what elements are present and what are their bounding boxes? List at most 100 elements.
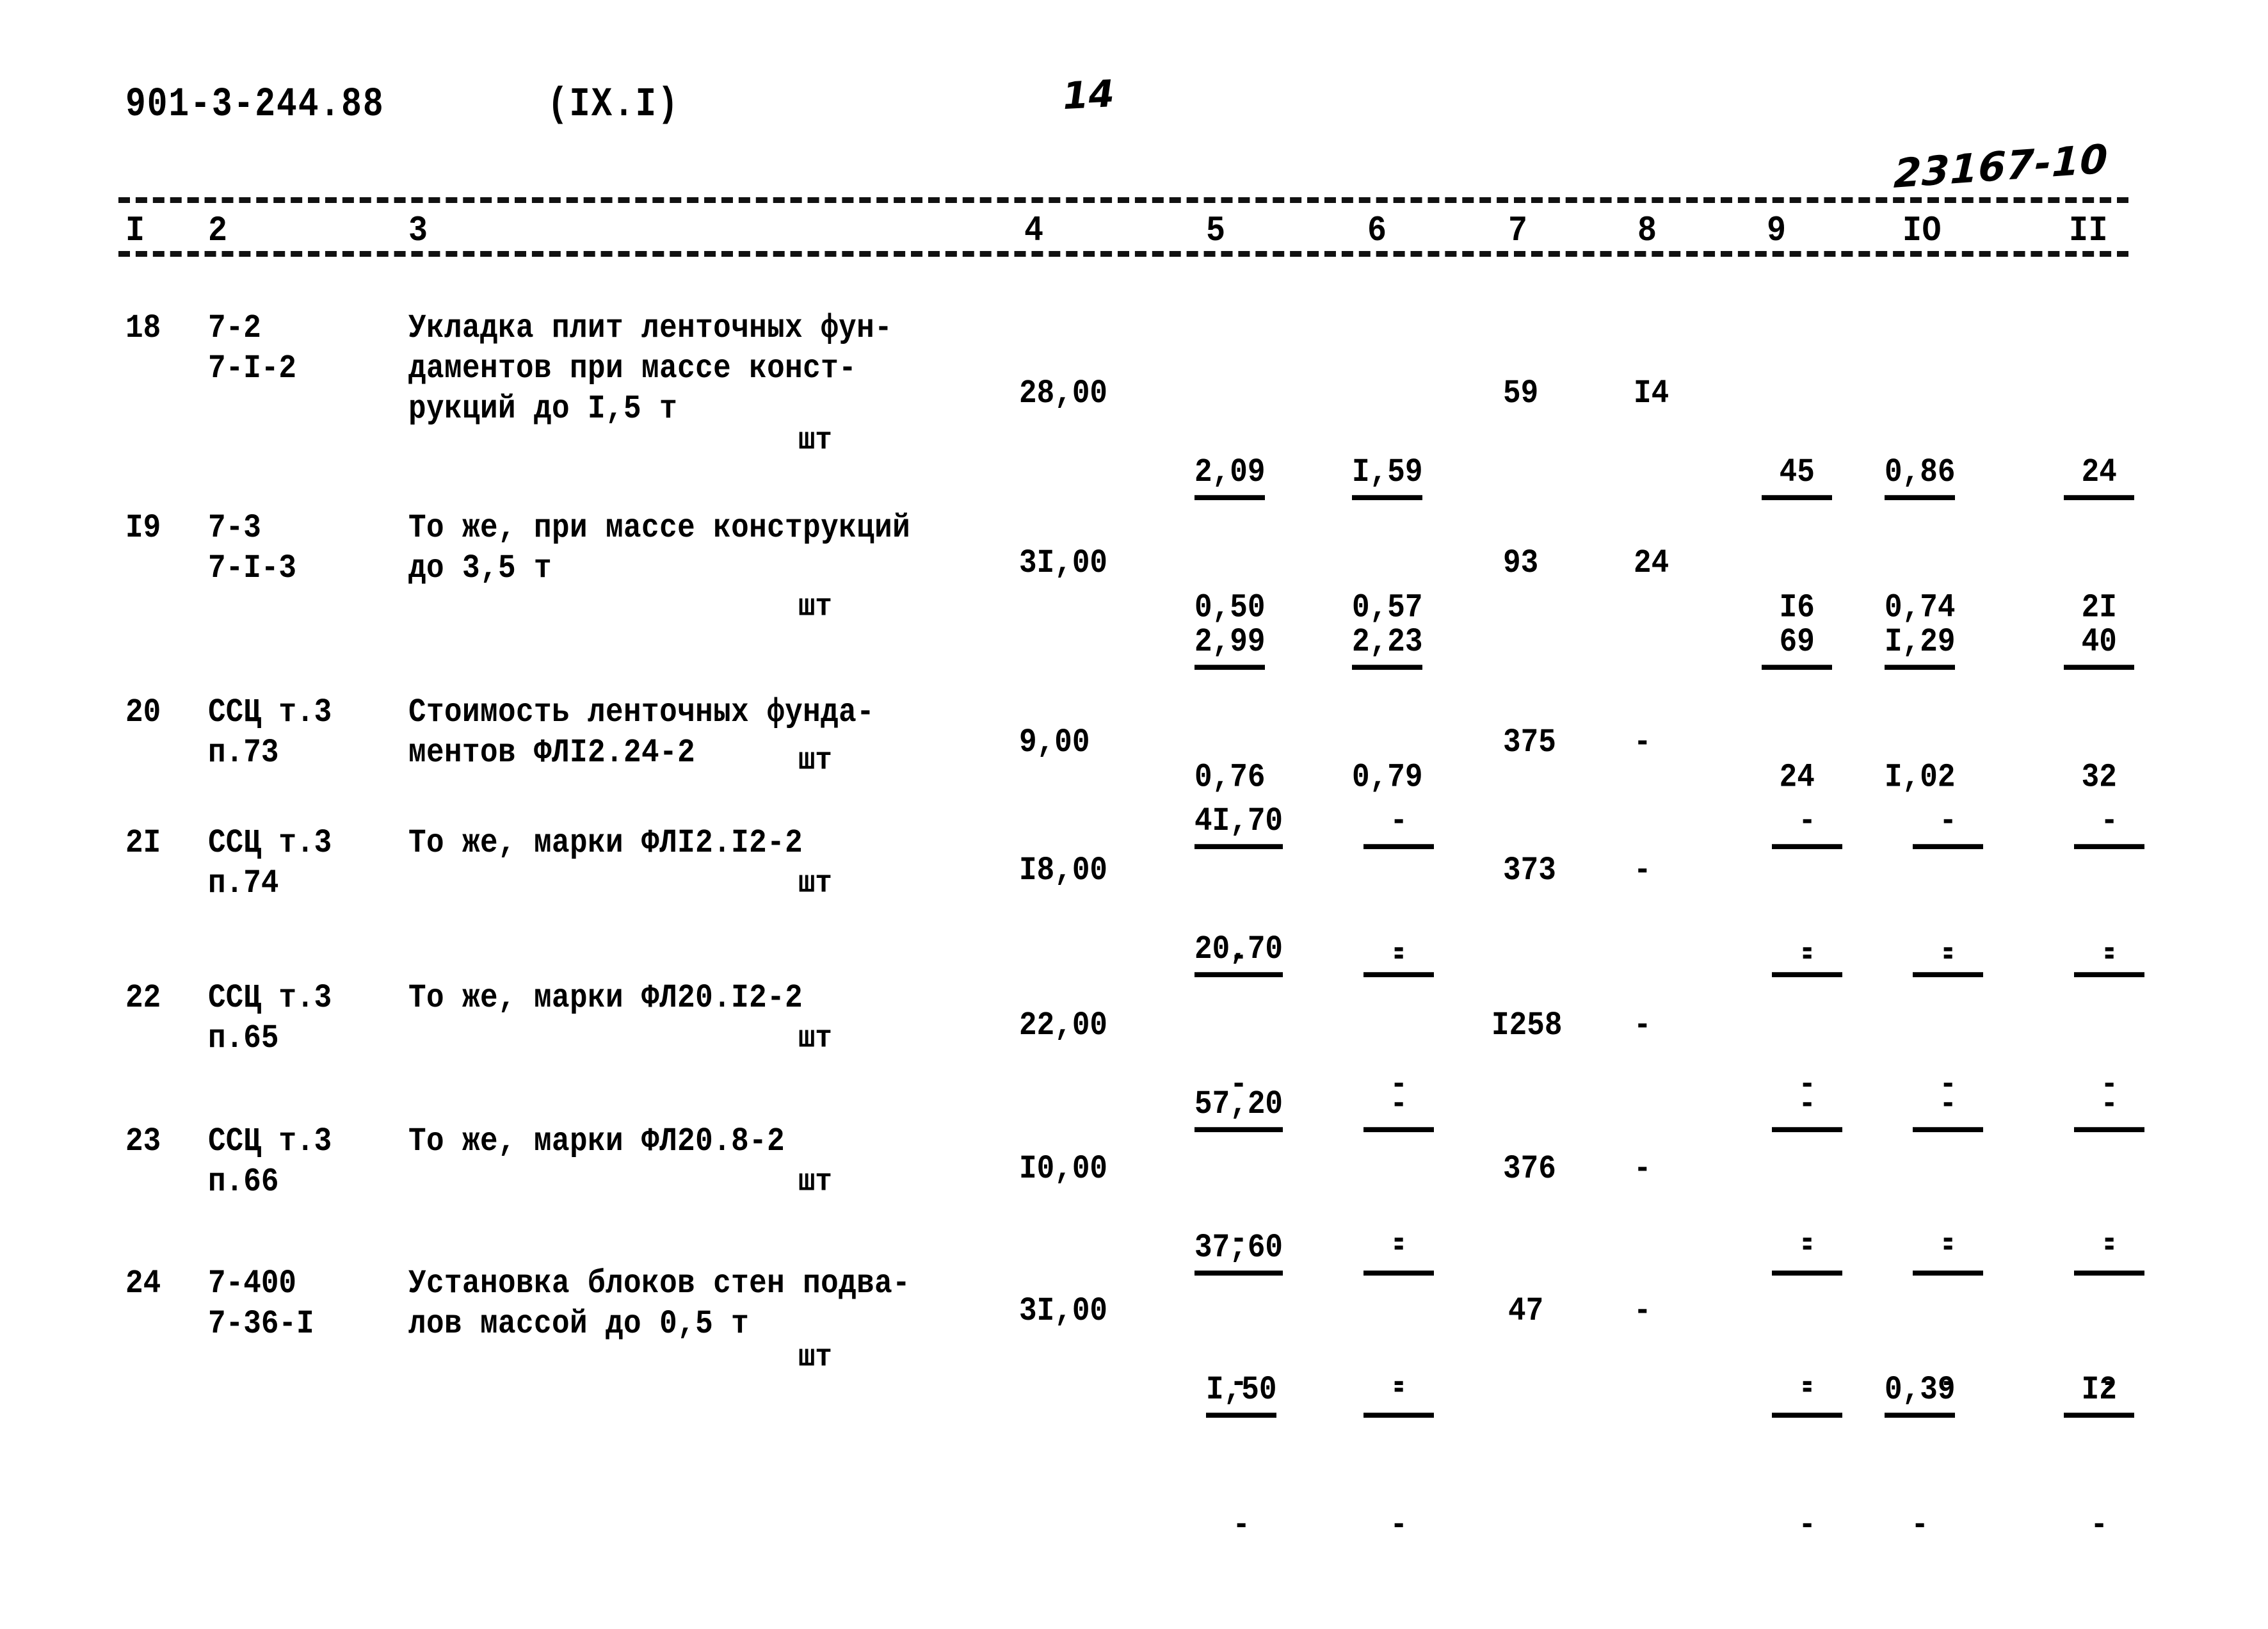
cell-col7: 47 xyxy=(1508,1292,1544,1330)
cell-col5-top: 20,70 xyxy=(1194,928,1283,978)
row-description-line1: То же, марки ФЛI2.I2-2 xyxy=(408,824,803,862)
column-header-6: 6 xyxy=(1367,210,1387,252)
cell-col10-top: - xyxy=(1913,1083,1984,1133)
cell-col5-top: I,50 xyxy=(1206,1369,1277,1418)
column-header-4: 4 xyxy=(1024,210,1044,252)
row-unit: шт xyxy=(798,423,832,458)
cell-col4: 22,00 xyxy=(1019,1007,1108,1044)
row-description-line1: Стоимость ленточных фунда- xyxy=(408,693,875,731)
cell-col5: I,50 - xyxy=(1206,1286,1277,1629)
table-row: 2I xyxy=(125,824,161,862)
row-description-line3: рукций до I,5 т xyxy=(408,390,678,428)
cell-col9: - - xyxy=(1772,1286,1843,1629)
cell-col10-top: - xyxy=(1913,1227,1984,1276)
row-code-primary: ССЦ т.3 xyxy=(208,824,332,862)
cell-col6-top: - xyxy=(1363,1227,1435,1276)
table-row: I9 xyxy=(125,509,161,547)
cell-col10-top: 0,39 xyxy=(1885,1369,1956,1418)
column-header-11: II xyxy=(2069,210,2109,252)
cell-col9-top: - xyxy=(1772,1083,1843,1133)
cell-col8: I4 xyxy=(1634,375,1669,412)
cell-col9-top: - xyxy=(1772,800,1843,850)
cell-col9-top: 45 xyxy=(1762,451,1833,501)
cell-col11-bottom: - xyxy=(2090,1506,2109,1544)
column-header-3: 3 xyxy=(408,210,428,252)
row-code-primary: 7-3 xyxy=(208,509,261,547)
cell-col10-top: 0,86 xyxy=(1885,451,1956,501)
cell-col8: - xyxy=(1634,852,1652,889)
row-description-line2: даментов при массе конст- xyxy=(408,350,857,387)
cell-col11-top: - xyxy=(2074,1083,2145,1133)
cell-col11-top: - xyxy=(2074,928,2145,978)
row-code-primary: ССЦ т.3 xyxy=(208,693,332,731)
table-row: 18 xyxy=(125,309,161,347)
cell-col6-top: 2,23 xyxy=(1352,621,1423,670)
row-unit: шт xyxy=(798,589,832,625)
cell-col8: 24 xyxy=(1634,544,1669,582)
row-unit: шт xyxy=(798,743,832,779)
cell-col8: - xyxy=(1634,1292,1652,1330)
cell-col7: 93 xyxy=(1503,544,1539,582)
cell-col9-top: - xyxy=(1772,1369,1843,1418)
row-unit: шт xyxy=(798,1340,832,1375)
cell-col9-bottom: - xyxy=(1798,1506,1817,1544)
table-row: 22 xyxy=(125,979,161,1017)
row-unit: шт xyxy=(798,866,832,902)
row-code-primary: ССЦ т.3 xyxy=(208,1122,332,1160)
cell-col5-top: 57,20 xyxy=(1194,1083,1283,1133)
cell-col11: I2 - xyxy=(2064,1286,2135,1629)
cell-col4: 3I,00 xyxy=(1019,544,1108,582)
cell-col6-top: - xyxy=(1363,928,1435,978)
column-header-7: 7 xyxy=(1508,210,1528,252)
row-description-line1: То же, при массе конструкций xyxy=(408,509,911,547)
row-description-line2: ментов ФЛI2.24-2 xyxy=(408,734,696,772)
cell-col7: 376 xyxy=(1503,1150,1556,1188)
row-code-primary: 7-400 xyxy=(208,1265,297,1302)
cell-col7: 375 xyxy=(1503,724,1556,761)
cell-col4: 3I,00 xyxy=(1019,1292,1108,1330)
cell-col4: 9,00 xyxy=(1019,724,1090,761)
cell-col11-top: - xyxy=(2074,1227,2145,1276)
cell-col5-bottom: - xyxy=(1232,1506,1251,1544)
cell-col11-top: - xyxy=(2074,800,2145,850)
row-description-line2: до 3,5 т xyxy=(408,549,552,587)
row-code-primary: 7-2 xyxy=(208,309,261,347)
column-header-10: IO xyxy=(1902,210,1942,252)
column-header-9: 9 xyxy=(1767,210,1787,252)
cell-col10: 0,39 - xyxy=(1885,1286,1956,1629)
row-unit: шт xyxy=(798,1021,832,1057)
column-header-5: 5 xyxy=(1206,210,1226,252)
column-header-2: 2 xyxy=(208,210,228,252)
cell-col7: I258 xyxy=(1492,1007,1563,1044)
cell-col8: - xyxy=(1634,724,1652,761)
cell-col8: - xyxy=(1634,1150,1652,1188)
cell-col9-top: - xyxy=(1772,928,1843,978)
table-row: 24 xyxy=(125,1265,161,1302)
row-code-secondary: п.73 xyxy=(208,734,279,772)
row-code-secondary: 7-I-2 xyxy=(208,350,297,387)
column-header-8: 8 xyxy=(1637,210,1657,252)
cell-col4: 28,00 xyxy=(1019,375,1108,412)
cell-col6-top: I,59 xyxy=(1352,451,1423,501)
cell-col6-top: - xyxy=(1363,800,1435,850)
row-code-secondary: 7-I-3 xyxy=(208,549,297,587)
row-code-secondary: п.66 xyxy=(208,1163,279,1201)
row-code-secondary: п.74 xyxy=(208,864,279,902)
cell-col5-top: 4I,70 xyxy=(1194,800,1283,850)
row-code-primary: ССЦ т.3 xyxy=(208,979,332,1017)
cell-col4: I0,00 xyxy=(1019,1150,1108,1188)
row-unit: шт xyxy=(798,1164,832,1200)
row-description-line1: Тo же, марки ФЛ20.I2-2 xyxy=(408,979,803,1017)
table-row: 23 xyxy=(125,1122,161,1160)
cell-col4: I8,00 xyxy=(1019,852,1108,889)
cell-col6-top: - xyxy=(1363,1369,1435,1418)
row-description-line1: Установка блоков стен подва- xyxy=(408,1265,911,1302)
row-description-line1: Укладка плит ленточных фун- xyxy=(408,309,893,347)
cost-estimate-table: I 2 3 4 5 6 7 8 9 IO II 18 7-2 7-I-2 Укл… xyxy=(0,0,2268,1589)
cell-col7: 59 xyxy=(1503,375,1539,412)
cell-col6-top: - xyxy=(1363,1083,1435,1133)
cell-col11-top: 24 xyxy=(2064,451,2135,501)
cell-col8: - xyxy=(1634,1007,1652,1044)
row-description-line2: лов массой до 0,5 т xyxy=(408,1305,750,1343)
row-code-secondary: п.65 xyxy=(208,1019,279,1057)
